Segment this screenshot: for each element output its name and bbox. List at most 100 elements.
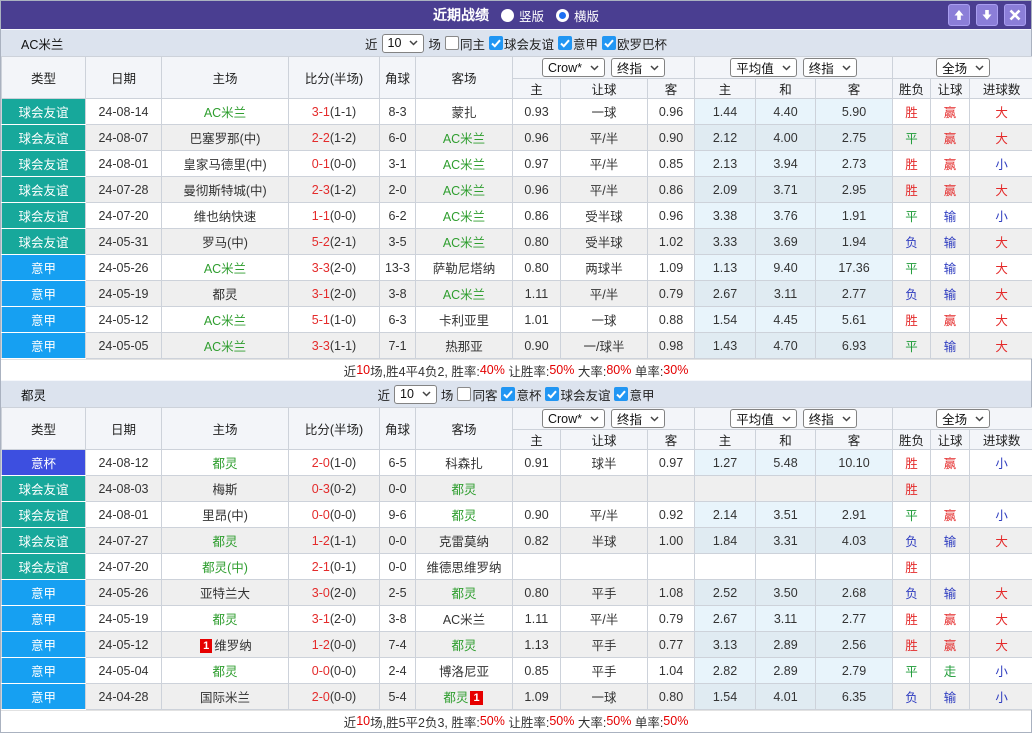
result-handicap: 赢 (931, 502, 970, 528)
corner-score: 9-6 (380, 502, 416, 528)
result-wdl: 胜 (893, 554, 931, 580)
handicap-away-odds: 1.00 (648, 528, 695, 554)
avg-draw-odds: 3.50 (756, 580, 816, 606)
radio-dot (504, 12, 511, 19)
score-cell: 0-0(0-0) (289, 502, 380, 528)
away-team-label: 蒙扎 (451, 106, 476, 120)
match-row: 球会友谊24-07-27都灵1-2(1-1)0-0克雷莫纳0.82半球1.001… (2, 528, 1032, 554)
match-date: 24-08-03 (86, 476, 162, 502)
horizontal-layout-radio[interactable] (556, 9, 569, 22)
league-badge: 球会友谊 (2, 554, 86, 580)
period-select[interactable]: 全场 (936, 409, 990, 428)
league-checkbox-2[interactable] (602, 36, 616, 50)
away-team: 科森扎 (416, 450, 513, 476)
europe-stage-select[interactable]: 终指 (803, 409, 857, 428)
move-down-button[interactable] (976, 4, 998, 26)
league-checkbox-1-label: 球会友谊 (560, 385, 610, 404)
handicap-away-odds: 0.92 (648, 502, 695, 528)
odds-stage-select[interactable]: 终指 (611, 409, 665, 428)
period-select[interactable]: 全场 (936, 58, 990, 77)
avg-away-odds: 2.95 (816, 177, 893, 203)
matches-tbody: 球会友谊24-08-14AC米兰3-1(1-1)8-3蒙扎0.93一球0.961… (2, 99, 1032, 359)
away-team: 都灵1 (416, 684, 513, 710)
handicap-home-odds: 1.11 (513, 606, 561, 632)
avg-draw-odds: 4.45 (756, 307, 816, 333)
match-date: 24-08-07 (86, 125, 162, 151)
move-up-button[interactable] (948, 4, 970, 26)
score-cell: 2-0(0-0) (289, 684, 380, 710)
handicap-line: 半球 (561, 528, 648, 554)
league-checkbox-0[interactable] (489, 36, 503, 50)
match-date: 24-05-26 (86, 580, 162, 606)
corner-score: 0-0 (380, 554, 416, 580)
match-date: 24-07-28 (86, 177, 162, 203)
col-header-score: 比分(半场) (289, 57, 380, 99)
odds-source-select[interactable]: Crow* (542, 409, 605, 428)
match-count-select[interactable]: 10 (394, 385, 437, 404)
result-goals: 大 (970, 528, 1032, 554)
summary-text: 40% (480, 363, 505, 377)
result-wdl: 平 (893, 502, 931, 528)
away-team-label: 都灵 (451, 483, 476, 497)
vertical-layout-radio[interactable] (501, 9, 514, 22)
summary-text: 80% (606, 363, 631, 377)
handicap-line: 平/半 (561, 606, 648, 632)
league-badge: 意甲 (2, 684, 86, 710)
same-venue-checkbox[interactable] (445, 36, 459, 50)
league-checkbox-2-item: 欧罗巴杯 (602, 34, 667, 53)
layout-radio-horizontal-group: 横版 (556, 6, 599, 25)
avg-home-odds: 3.38 (695, 203, 756, 229)
sections-root: AC米兰 近10场同主球会友谊意甲欧罗巴杯 类型 日期 主场 比分(半场) 角球… (1, 29, 1031, 731)
corner-score: 3-8 (380, 281, 416, 307)
corner-score: 2-5 (380, 580, 416, 606)
same-venue-checkbox[interactable] (457, 387, 471, 401)
league-checkbox-1[interactable] (558, 36, 572, 50)
avg-draw-odds: 4.00 (756, 125, 816, 151)
europe-odds-select[interactable]: 平均值 (730, 58, 797, 77)
col-header-type: 类型 (2, 408, 86, 450)
score-cell: 3-1(2-0) (289, 281, 380, 307)
chevron-down-icon (422, 391, 431, 397)
odds-stage-select[interactable]: 终指 (611, 58, 665, 77)
handicap-home-odds: 0.90 (513, 502, 561, 528)
match-row: 球会友谊24-08-01里昂(中)0-0(0-0)9-6都灵0.90平/半0.9… (2, 502, 1032, 528)
league-badge: 意杯 (2, 450, 86, 476)
handicap-home-odds: 0.97 (513, 151, 561, 177)
match-row: 球会友谊24-08-07巴塞罗那(中)2-2(1-2)6-0AC米兰0.96平/… (2, 125, 1032, 151)
league-badge: 意甲 (2, 606, 86, 632)
halftime-score: (0-1) (330, 560, 356, 574)
same-venue-checkbox-item: 同客 (457, 385, 497, 404)
handicap-home-odds (513, 476, 561, 502)
close-button[interactable] (1004, 4, 1026, 26)
match-date: 24-05-12 (86, 632, 162, 658)
league-badge: 球会友谊 (2, 99, 86, 125)
europe-stage-select[interactable]: 终指 (803, 58, 857, 77)
league-checkbox-2[interactable] (614, 387, 628, 401)
league-checkbox-1-item: 意甲 (558, 34, 598, 53)
avg-away-odds: 1.91 (816, 203, 893, 229)
match-date: 24-07-20 (86, 554, 162, 580)
result-wdl: 负 (893, 684, 931, 710)
league-checkbox-0[interactable] (501, 387, 515, 401)
sub-header-handicap-away: 客 (648, 79, 695, 99)
league-badge: 意甲 (2, 632, 86, 658)
avg-away-odds: 5.61 (816, 307, 893, 333)
check-icon (604, 39, 614, 48)
europe-odds-select[interactable]: 平均值 (730, 409, 797, 428)
chevron-down-icon (842, 65, 851, 71)
handicap-line: 平/半 (561, 281, 648, 307)
result-handicap: 走 (931, 658, 970, 684)
league-checkbox-1[interactable] (545, 387, 559, 401)
match-count-select[interactable]: 10 (382, 34, 425, 53)
avg-home-odds: 2.13 (695, 151, 756, 177)
sub-header-avg-home: 主 (695, 79, 756, 99)
result-handicap: 赢 (931, 125, 970, 151)
avg-away-odds: 6.93 (816, 333, 893, 359)
handicap-line: 球半 (561, 450, 648, 476)
home-team: AC米兰 (162, 333, 289, 359)
fulltime-score: 2-1 (312, 560, 330, 574)
score-cell: 1-1(0-0) (289, 203, 380, 229)
handicap-home-odds: 0.96 (513, 125, 561, 151)
league-badge: 球会友谊 (2, 476, 86, 502)
odds-source-select[interactable]: Crow* (542, 58, 605, 77)
